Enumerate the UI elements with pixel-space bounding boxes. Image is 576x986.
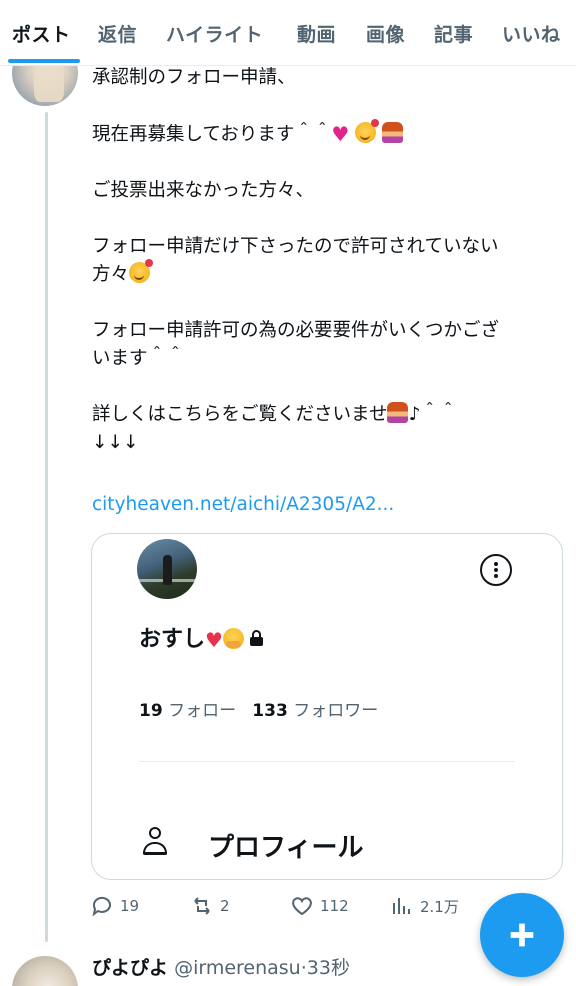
next-tweet-time[interactable]: 33秒 [307,957,350,979]
tweet-line: フォロー申請だけ下さったので許可されていない [92,236,499,257]
more-circle-icon[interactable] [480,554,512,586]
following-count: 19 [139,701,163,721]
next-author-avatar[interactable] [12,956,78,986]
card-name-text: おすし [139,627,206,652]
red-heart-emoji-icon: ♥ [205,628,223,652]
tweet-line: ↓↓↓ [92,432,139,453]
next-author-handle[interactable]: @irmerenasu [174,957,301,979]
tab-highlights[interactable]: ハイライト [166,20,263,47]
tab-videos[interactable]: 動画 [297,20,336,47]
profile-tabs: ポスト 返信 ハイライト 動画 画像 記事 いいね [0,0,576,66]
next-tweet-header: ぴよぴよ @irmerenasu·33秒 [92,953,350,980]
pink-heart-emoji-icon: ♥ [331,122,350,146]
follow-stats: 19 フォロー 133 フォロワー [139,696,378,721]
repost-count: 2 [220,897,230,915]
tweet-line: 現在再募集しております＾＾ [92,124,332,145]
followers-count: 133 [252,701,288,721]
following-label[interactable]: フォロー [168,701,236,721]
tab-replies[interactable]: 返信 [98,20,137,47]
card-display-name: おすし♥ [139,621,263,653]
tweet-line: ♪＾＾ [408,404,458,425]
repost-button[interactable]: 2 [190,890,230,922]
tweet-line: います＾＾ [92,348,185,369]
hugging-face-emoji-icon [222,628,244,649]
plus-icon [510,923,534,947]
tipping-hand-woman-emoji-icon [387,402,409,423]
tweet-line: ご投票出来なかった方々、 [92,180,315,201]
tweet-link[interactable]: cityheaven.net/aichi/A2305/A2... [92,494,394,515]
thread-connector [45,112,48,942]
reply-icon [92,896,111,917]
tipping-hand-woman-emoji-icon [382,122,404,143]
tab-images[interactable]: 画像 [366,20,405,47]
smiling-hearts-emoji-icon [129,259,154,283]
tab-likes[interactable]: いいね [502,20,561,47]
lock-icon [249,630,263,646]
tweet-line: 方々 [92,264,130,285]
smiling-hearts-emoji-icon [355,119,380,143]
views-button[interactable]: 2.1万 [390,890,459,922]
views-count: 2.1万 [420,897,459,916]
next-author-name[interactable]: ぴよぴよ [92,957,168,979]
like-count: 112 [320,897,349,915]
views-chart-icon [393,898,410,914]
active-tab-indicator [8,59,80,63]
reply-button[interactable]: 19 [90,890,139,922]
tweet-line: 承認制のフォロー申請、 [92,67,296,88]
card-avatar[interactable] [137,539,197,599]
followers-label[interactable]: フォロワー [293,701,378,721]
reply-count: 19 [120,897,140,915]
heart-icon [292,897,312,916]
tweet-line: 詳しくはこちらをご覧くださいませ [92,404,388,425]
tab-posts[interactable]: ポスト [12,20,71,47]
person-icon [142,827,168,857]
repost-icon [194,897,210,915]
like-button[interactable]: 112 [290,890,349,922]
tweet-line: フォロー申請許可の為の必要要件がいくつかござ [92,320,500,341]
tab-articles[interactable]: 記事 [434,20,473,47]
profile-card[interactable]: おすし♥ 19 フォロー 133 フォロワー プロフィール [91,533,563,880]
card-divider [139,761,515,762]
tweet-text: 承認制のフォロー申請、 現在再募集しております＾＾♥ ご投票出来なかった方々、 … [92,64,562,457]
profile-button[interactable]: プロフィール [208,827,363,864]
compose-button[interactable] [480,893,564,977]
